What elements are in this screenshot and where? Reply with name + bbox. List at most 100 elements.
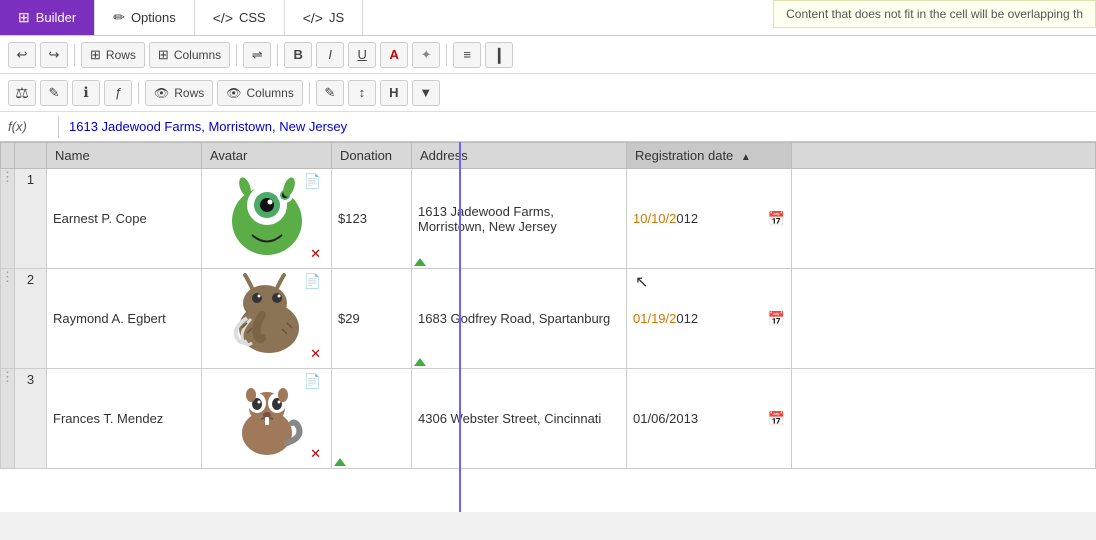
row3-address-value: 4306 Webster Street, Cincinnati bbox=[418, 411, 601, 426]
row2-name[interactable]: Raymond A. Egbert bbox=[47, 269, 202, 369]
sort-button[interactable]: ↕ bbox=[348, 80, 376, 106]
tab-options[interactable]: ✏ Options bbox=[95, 0, 195, 35]
data-table: Name Avatar Donation Address Registratio… bbox=[0, 142, 1096, 469]
sep4 bbox=[446, 44, 447, 66]
file-icon-2: 📄 bbox=[304, 273, 321, 290]
file-icon-1: 📄 bbox=[304, 173, 321, 190]
row1-donation-value: $123 bbox=[338, 211, 367, 226]
avatar-svg-3 bbox=[227, 373, 307, 458]
func-button[interactable]: ƒ bbox=[104, 80, 132, 106]
columns2-button[interactable]: 👁 Columns bbox=[217, 80, 303, 106]
tab-js-label: JS bbox=[329, 10, 344, 25]
header-address-label: Address bbox=[420, 148, 468, 163]
row3-name[interactable]: Frances T. Mendez bbox=[47, 369, 202, 469]
header-button[interactable]: H bbox=[380, 80, 408, 106]
font-color-button[interactable]: A bbox=[380, 42, 408, 68]
calendar-icon-3: 📅 bbox=[768, 410, 785, 427]
filter-button[interactable]: ▼ bbox=[412, 80, 440, 106]
tab-css[interactable]: </> CSS bbox=[195, 0, 285, 35]
row3-drag[interactable]: ⋮ bbox=[1, 369, 15, 469]
row2-address-value: 1683 Godfrey Road, Spartanburg bbox=[418, 311, 610, 326]
edit2-button[interactable]: ✎ bbox=[316, 80, 344, 106]
row2-avatar[interactable]: 📄 bbox=[202, 269, 332, 369]
row2-donation-value: $29 bbox=[338, 311, 360, 326]
header-address[interactable]: Address bbox=[412, 143, 627, 169]
css-icon: </> bbox=[213, 10, 233, 26]
formula-label: f(x) bbox=[8, 119, 48, 134]
formula-bar: f(x) 1613 Jadewood Farms, Morristown, Ne… bbox=[0, 112, 1096, 142]
header-avatar-label: Avatar bbox=[210, 148, 247, 163]
columns-button[interactable]: ⊞ Columns bbox=[149, 42, 230, 68]
info-button[interactable]: ℹ bbox=[72, 80, 100, 106]
rows2-button[interactable]: 👁 Rows bbox=[145, 80, 213, 106]
header-drag-col bbox=[1, 143, 15, 169]
row2-donation[interactable]: $29 bbox=[332, 269, 412, 369]
edit-button[interactable]: ✎ bbox=[40, 80, 68, 106]
header-regdate[interactable]: Registration date ▲ bbox=[627, 143, 792, 169]
row3-donation[interactable] bbox=[332, 369, 412, 469]
row1-num: 1 bbox=[15, 169, 47, 269]
freeze-button[interactable]: ❙ bbox=[485, 42, 513, 68]
row2-num: 2 bbox=[15, 269, 47, 369]
green-arrow-3-d bbox=[334, 458, 346, 466]
header-donation-label: Donation bbox=[340, 148, 392, 163]
green-arrow-1 bbox=[414, 258, 426, 266]
table-row: ⋮ 1 Earnest P. Cope 📄 bbox=[1, 169, 1096, 269]
underline-button[interactable]: U bbox=[348, 42, 376, 68]
align-button[interactable]: ≡ bbox=[453, 42, 481, 68]
sep1 bbox=[74, 44, 75, 66]
avatar-delete-2[interactable]: ✕ bbox=[310, 346, 321, 362]
avatar-delete-1[interactable]: ✕ bbox=[310, 246, 321, 262]
row1-avatar[interactable]: 📄 bbox=[202, 169, 332, 269]
table-row: ⋮ 3 Frances T. Mendez 📄 bbox=[1, 369, 1096, 469]
col-resize-regdate[interactable] bbox=[786, 143, 791, 168]
row1-address-value: 1613 Jadewood Farms, Morristown, New Jer… bbox=[418, 204, 557, 234]
undo-button[interactable]: ↩ bbox=[8, 42, 36, 68]
tab-builder[interactable]: ⊞ Builder bbox=[0, 0, 95, 35]
row2-address[interactable]: 1683 Godfrey Road, Spartanburg bbox=[412, 269, 627, 369]
row3-name-value: Frances T. Mendez bbox=[53, 411, 163, 426]
row1-donation[interactable]: $123 bbox=[332, 169, 412, 269]
columns-icon: ⊞ bbox=[158, 47, 169, 63]
balance-button[interactable]: ⚖ bbox=[8, 80, 36, 106]
row1-regdate[interactable]: 10/10/2012 📅 bbox=[627, 169, 792, 269]
row1-drag[interactable]: ⋮ bbox=[1, 169, 15, 269]
sep2 bbox=[236, 44, 237, 66]
toolbar1: ↩ ↪ ⊞ Rows ⊞ Columns ⇌ B I U A ✦ ≡ ❙ bbox=[0, 36, 1096, 74]
col-resize-avatar[interactable] bbox=[326, 143, 331, 168]
row3-regdate[interactable]: 01/06/2013 📅 bbox=[627, 369, 792, 469]
columns2-label: Columns bbox=[246, 86, 293, 100]
eye-icon: 👁 bbox=[154, 86, 169, 100]
tab-js[interactable]: </> JS bbox=[285, 0, 363, 35]
header-donation[interactable]: Donation bbox=[332, 143, 412, 169]
header-avatar[interactable]: Avatar bbox=[202, 143, 332, 169]
tab-options-label: Options bbox=[131, 10, 176, 25]
row2-regdate[interactable]: 01/19/2012 📅 bbox=[627, 269, 792, 369]
row1-address[interactable]: 1613 Jadewood Farms, Morristown, New Jer… bbox=[412, 169, 627, 269]
bold-button[interactable]: B bbox=[284, 42, 312, 68]
col-resize-address[interactable] bbox=[621, 143, 626, 168]
row3-avatar[interactable]: 📄 bbox=[202, 369, 332, 469]
row1-name-value: Earnest P. Cope bbox=[53, 211, 147, 226]
redo-button[interactable]: ↪ bbox=[40, 42, 68, 68]
row1-name[interactable]: Earnest P. Cope bbox=[47, 169, 202, 269]
options-icon: ✏ bbox=[113, 9, 125, 26]
row2-drag[interactable]: ⋮ bbox=[1, 269, 15, 369]
avatar-svg-1 bbox=[227, 173, 307, 258]
col-resize-donation[interactable] bbox=[406, 143, 411, 168]
row1-regdate-value: 10/10/2012 bbox=[633, 211, 698, 226]
transfer-button[interactable]: ⇌ bbox=[243, 42, 271, 68]
header-name[interactable]: Name bbox=[47, 143, 202, 169]
highlight-button[interactable]: ✦ bbox=[412, 42, 440, 68]
italic-button[interactable]: I bbox=[316, 42, 344, 68]
sort-arrow-icon: ▲ bbox=[741, 152, 751, 163]
row2-regdate-value: 01/19/2012 bbox=[633, 311, 698, 326]
row2-name-value: Raymond A. Egbert bbox=[53, 311, 166, 326]
top-nav: ⊞ Builder ✏ Options </> CSS </> JS Conte… bbox=[0, 0, 1096, 36]
header-name-label: Name bbox=[55, 148, 90, 163]
avatar-delete-3[interactable]: ✕ bbox=[310, 446, 321, 462]
rows-button[interactable]: ⊞ Rows bbox=[81, 42, 145, 68]
row3-address[interactable]: 4306 Webster Street, Cincinnati bbox=[412, 369, 627, 469]
col-resize-name[interactable] bbox=[196, 143, 201, 168]
rows-label: Rows bbox=[106, 48, 136, 62]
